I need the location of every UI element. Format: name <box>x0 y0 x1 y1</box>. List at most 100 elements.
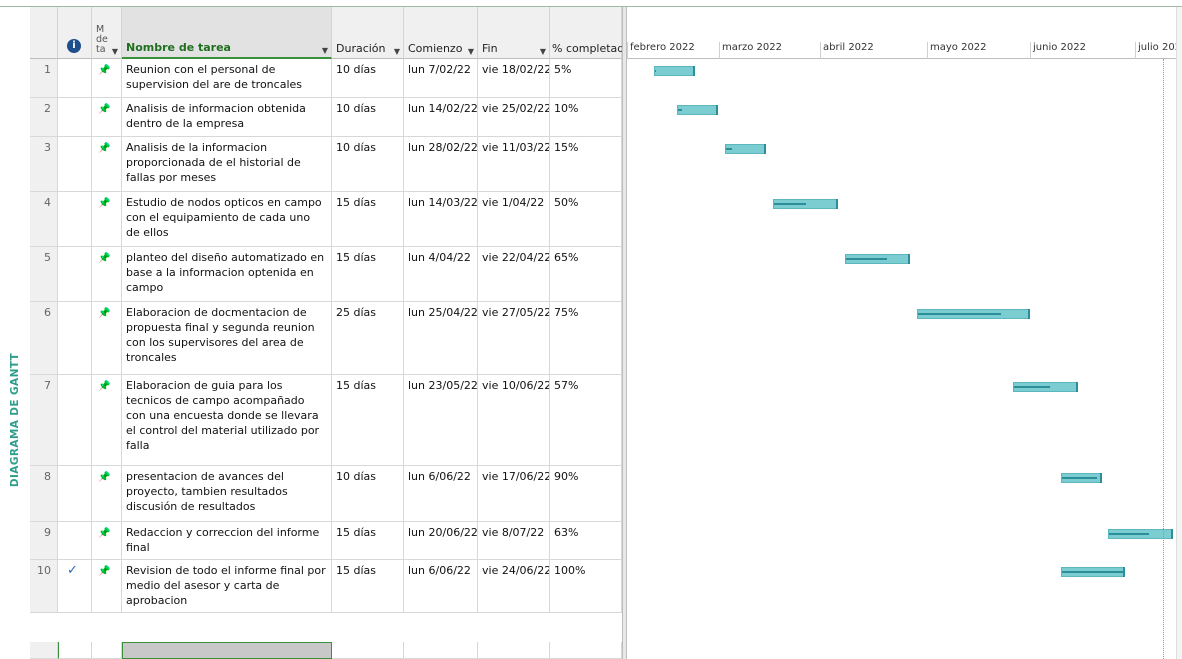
cell-check[interactable] <box>58 59 92 98</box>
cell-duration[interactable]: 15 días <box>332 247 404 302</box>
cell-check[interactable] <box>58 375 92 466</box>
cell-name[interactable]: Analisis de informacion obtenida dentro … <box>122 98 332 137</box>
table-row[interactable]: 4 📌 Estudio de nodos opticos en campo con … <box>30 192 622 247</box>
cell-name[interactable]: planteo del diseño automatizado en base … <box>122 247 332 302</box>
cell-finish[interactable]: vie 11/03/22 <box>478 137 550 192</box>
cell-start[interactable]: lun 14/03/22 <box>404 192 478 247</box>
task-mode-cell[interactable]: 📌 <box>92 375 122 466</box>
cell-complete[interactable]: 50% <box>550 192 622 247</box>
cell-start[interactable]: lun 6/06/22 <box>404 560 478 613</box>
cell-finish[interactable]: vie 1/04/22 <box>478 192 550 247</box>
cell-id[interactable]: 10 <box>30 560 58 613</box>
task-mode-cell[interactable]: 📌 <box>92 302 122 375</box>
cell-duration[interactable]: 15 días <box>332 560 404 613</box>
cell-check[interactable] <box>58 137 92 192</box>
complete-check-icon[interactable]: ✓ <box>58 560 92 613</box>
cell-start[interactable]: lun 4/04/22 <box>404 247 478 302</box>
cell-name[interactable]: Redaccion y correccion del informe final <box>122 522 332 560</box>
cell-complete[interactable]: 10% <box>550 98 622 137</box>
header-indicators[interactable]: i <box>58 7 92 59</box>
task-mode-cell[interactable]: 📌 <box>92 59 122 98</box>
cell-id[interactable]: 7 <box>30 375 58 466</box>
table-row[interactable]: 8 📌 presentacion de avances del proyecto, … <box>30 466 622 522</box>
cell-finish[interactable]: vie 8/07/22 <box>478 522 550 560</box>
cell-complete[interactable]: 5% <box>550 59 622 98</box>
task-mode-cell[interactable]: 📌 <box>92 137 122 192</box>
task-mode-cell[interactable]: 📌 <box>92 560 122 613</box>
gantt-bar[interactable] <box>653 66 695 76</box>
cell-id[interactable]: 3 <box>30 137 58 192</box>
gantt-bar[interactable] <box>1012 382 1078 392</box>
empty-entry-row[interactable] <box>30 642 622 659</box>
header-task-name[interactable]: Nombre de tarea ▼ <box>122 7 332 59</box>
table-row[interactable]: 9 📌 Redaccion y correccion del informe fin… <box>30 522 622 560</box>
cell-start[interactable]: lun 7/02/22 <box>404 59 478 98</box>
table-row[interactable]: 7 📌 Elaboracion de guia para los tecnicos … <box>30 375 622 466</box>
cell-name[interactable]: Elaboracion de guia para los tecnicos de… <box>122 375 332 466</box>
header-finish[interactable]: Fin ▼ <box>478 7 550 59</box>
task-mode-cell[interactable]: 📌 <box>92 247 122 302</box>
cell-start[interactable]: lun 20/06/22 <box>404 522 478 560</box>
cell-name[interactable]: presentacion de avances del proyecto, ta… <box>122 466 332 522</box>
cell-finish[interactable]: vie 25/02/22 <box>478 98 550 137</box>
new-task-name-cell[interactable] <box>122 642 332 659</box>
cell-id[interactable]: 1 <box>30 59 58 98</box>
gantt-bar[interactable] <box>845 254 910 264</box>
cell-name[interactable]: Reunion con el personal de supervision d… <box>122 59 332 98</box>
cell-complete[interactable]: 90% <box>550 466 622 522</box>
cell-duration[interactable]: 15 días <box>332 375 404 466</box>
cell-start[interactable]: lun 28/02/22 <box>404 137 478 192</box>
cell-duration[interactable]: 15 días <box>332 192 404 247</box>
cell-complete[interactable]: 63% <box>550 522 622 560</box>
task-mode-cell[interactable]: 📌 <box>92 98 122 137</box>
cell-check[interactable] <box>58 192 92 247</box>
cell-id[interactable]: 4 <box>30 192 58 247</box>
header-start[interactable]: Comienzo ▼ <box>404 7 478 59</box>
cell-id[interactable]: 9 <box>30 522 58 560</box>
cell-check[interactable] <box>58 98 92 137</box>
table-row[interactable]: 1 📌 Reunion con el personal de supervision… <box>30 59 622 98</box>
gantt-bar[interactable] <box>1060 567 1126 577</box>
cell-id[interactable]: 6 <box>30 302 58 375</box>
task-mode-cell[interactable]: 📌 <box>92 466 122 522</box>
cell-check[interactable] <box>58 466 92 522</box>
cell-finish[interactable]: vie 22/04/22 <box>478 247 550 302</box>
cell-complete[interactable]: 15% <box>550 137 622 192</box>
cell-id[interactable]: 8 <box>30 466 58 522</box>
cell-name[interactable]: Revision de todo el informe final por me… <box>122 560 332 613</box>
gantt-bar[interactable] <box>916 309 1030 319</box>
vertical-scrollbar[interactable] <box>1176 7 1182 659</box>
table-row[interactable]: 5 📌 planteo del diseño automatizado en bas… <box>30 247 622 302</box>
cell-complete[interactable]: 57% <box>550 375 622 466</box>
cell-name[interactable]: Elaboracion de docmentacion de propuesta… <box>122 302 332 375</box>
table-row[interactable]: 2 📌 Analisis de informacion obtenida dentr… <box>30 98 622 137</box>
header-duration[interactable]: Duración ▼ <box>332 7 404 59</box>
cell-complete[interactable]: 100% <box>550 560 622 613</box>
cell-complete[interactable]: 75% <box>550 302 622 375</box>
cell-duration[interactable]: 10 días <box>332 137 404 192</box>
header-select-all[interactable] <box>30 7 58 59</box>
cell-duration[interactable]: 10 días <box>332 466 404 522</box>
cell-id[interactable]: 2 <box>30 98 58 137</box>
cell-start[interactable]: lun 25/04/22 <box>404 302 478 375</box>
gantt-bar[interactable] <box>773 199 839 209</box>
cell-name[interactable]: Analisis de la informacion proporcionada… <box>122 137 332 192</box>
cell-start[interactable]: lun 6/06/22 <box>404 466 478 522</box>
gantt-bar[interactable] <box>725 144 767 154</box>
cell-complete[interactable]: 65% <box>550 247 622 302</box>
cell-check[interactable] <box>58 247 92 302</box>
cell-finish[interactable]: vie 18/02/22 <box>478 59 550 98</box>
table-row[interactable]: 3 📌 Analisis de la informacion proporciona… <box>30 137 622 192</box>
task-mode-cell[interactable]: 📌 <box>92 192 122 247</box>
cell-finish[interactable]: vie 17/06/22 <box>478 466 550 522</box>
cell-duration[interactable]: 10 días <box>332 98 404 137</box>
table-row[interactable]: 10 ✓ 📌 Revision de todo el informe final po… <box>30 560 622 613</box>
cell-finish[interactable]: vie 27/05/22 <box>478 302 550 375</box>
gantt-bar[interactable] <box>1060 473 1102 483</box>
cell-finish[interactable]: vie 24/06/22 <box>478 560 550 613</box>
gantt-bar[interactable] <box>677 105 719 115</box>
cell-start[interactable]: lun 23/05/22 <box>404 375 478 466</box>
cell-start[interactable]: lun 14/02/22 <box>404 98 478 137</box>
cell-finish[interactable]: vie 10/06/22 <box>478 375 550 466</box>
cell-duration[interactable]: 10 días <box>332 59 404 98</box>
